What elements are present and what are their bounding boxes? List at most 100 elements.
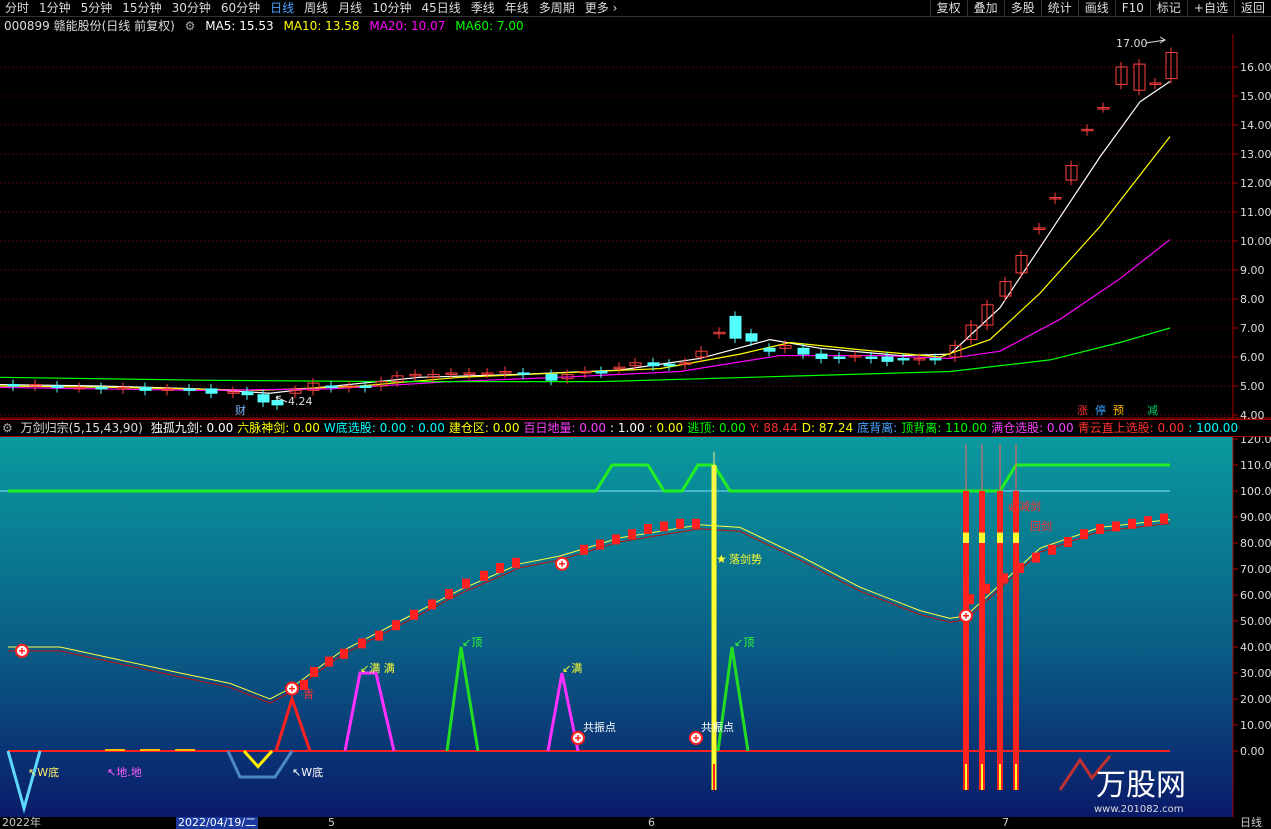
- candle-body: [257, 394, 270, 403]
- candle-body: [7, 384, 20, 387]
- trend-marker: [496, 563, 504, 573]
- trend-marker: [1144, 516, 1152, 527]
- trend-marker: [1160, 513, 1168, 524]
- event-tag: 停: [1095, 403, 1106, 417]
- trend-marker: [428, 599, 436, 610]
- price-axis-label: 6.00: [1240, 351, 1265, 364]
- trend-marker: [410, 609, 418, 620]
- candle-body: [763, 347, 776, 352]
- indicator-field: : 0.00: [648, 421, 684, 435]
- trend-marker: [358, 638, 366, 649]
- trend-marker: [325, 656, 333, 667]
- price-axis-label: 13.00: [1240, 148, 1271, 161]
- trend-marker: [628, 529, 636, 540]
- candle-body: [95, 386, 108, 390]
- low-price-label: 4.24: [288, 395, 313, 408]
- candle-body: [51, 385, 64, 388]
- bijian-label: 必减剑: [1008, 499, 1041, 513]
- candle-body: [545, 373, 558, 381]
- candle-body: [241, 391, 254, 396]
- indicator-axis-label: 100.00: [1240, 485, 1271, 498]
- watermark-name: 万股网: [1096, 768, 1186, 803]
- arrow-icon: [1145, 36, 1166, 44]
- price-axis-label: 10.00: [1240, 235, 1271, 248]
- ding-label: ↙顶: [734, 636, 754, 649]
- indicator-field: 独孤九剑: 0.00: [150, 421, 234, 435]
- indicator-axis-label: 110.00: [1240, 459, 1271, 472]
- trend-marker: [644, 524, 652, 534]
- indicator-axis-label: 30.00: [1240, 667, 1271, 680]
- event-tag: 预: [1113, 404, 1124, 417]
- trend-marker: [692, 518, 700, 529]
- finance-marker: 财: [235, 403, 246, 417]
- indicator-field: : 0.00: [410, 421, 445, 435]
- date-month-6: 6: [648, 816, 655, 829]
- man-label: ↙满 满: [360, 662, 395, 675]
- indicator-field: 底背离:: [857, 421, 898, 435]
- trend-marker: [340, 648, 348, 659]
- trend-marker: [580, 544, 588, 555]
- indicator-axis-label: 0.00: [1240, 745, 1265, 758]
- ding-label: ↙顶: [462, 636, 482, 649]
- candle-body: [359, 385, 372, 388]
- chart-canvas[interactable]: 16.00 15.00 14.00 13.00 12.00 11.00 10.00 9.00 8…: [0, 0, 1271, 817]
- trend-marker: [375, 630, 383, 641]
- indicator-field: 逃顶: 0.00: [687, 421, 746, 435]
- date-month-7: 7: [1002, 816, 1009, 829]
- event-tag: 减: [1147, 404, 1158, 417]
- indicator-fields: 独孤九剑: 0.00 六脉神剑: 0.00 W底选股: 0.00: 0.00 建仓区:…: [151, 421, 1242, 435]
- price-axis-label: 16.00: [1240, 61, 1271, 74]
- indicator-field: 顶背离: 110.00: [901, 421, 988, 435]
- candle-body: [833, 356, 846, 359]
- candle-body: [663, 363, 676, 367]
- indicator-axis-label: 70.00: [1240, 563, 1271, 576]
- candle-body: [729, 315, 742, 339]
- trend-marker: [1064, 537, 1072, 547]
- w-bottom-label: ↖W底: [292, 765, 323, 779]
- trend-marker: [462, 578, 470, 589]
- trend-marker: [1096, 524, 1104, 534]
- candle-body: [183, 388, 196, 391]
- indicator-axis-label: 90.00: [1240, 511, 1271, 524]
- price-axis-label: 11.00: [1240, 206, 1271, 219]
- huijian-label: 回剑: [1030, 519, 1052, 533]
- price-axis-label: 12.00: [1240, 177, 1271, 190]
- gear-icon[interactable]: ⚙: [2, 421, 13, 435]
- high-price-label: 17.00: [1116, 37, 1148, 50]
- indicator-name[interactable]: 万剑归宗(5,15,43,90): [21, 421, 143, 435]
- candle-body: [897, 357, 910, 361]
- price-axis-label: 7.00: [1240, 322, 1265, 335]
- indicator-field: Y: 88.44: [749, 421, 798, 435]
- price-axis-label: 9.00: [1240, 264, 1265, 277]
- date-selected: 2022/04/19/二: [176, 816, 259, 829]
- trend-marker: [445, 589, 453, 599]
- indicator-background: [0, 436, 1233, 817]
- di-di-label: ↖地.地: [107, 766, 142, 779]
- indicator-field: : 100.00: [1188, 421, 1239, 435]
- man-label: ↙满: [562, 662, 582, 675]
- date-month-5: 5: [328, 816, 335, 829]
- indicator-axis-label: 80.00: [1240, 537, 1271, 550]
- candle-body: [647, 362, 660, 367]
- indicator-axis-label: 50.00: [1240, 615, 1271, 628]
- trend-marker: [1112, 521, 1120, 532]
- period-label: 日线: [1240, 816, 1262, 829]
- trend-marker: [310, 667, 318, 677]
- candle-body: [517, 372, 530, 375]
- indicator-field: 六脉神剑: 0.00: [237, 421, 320, 435]
- indicator-field: 青云直上选股: 0.00: [1077, 421, 1185, 435]
- trend-marker: [1032, 552, 1040, 563]
- event-tag: 涨: [1077, 404, 1088, 417]
- candle-body: [881, 356, 894, 362]
- trend-marker: [512, 557, 520, 568]
- ma5-line: [0, 81, 1171, 394]
- price-axis-label: 14.00: [1240, 119, 1271, 132]
- indicator-axis-label: 10.00: [1240, 719, 1271, 732]
- price-axis-label: 15.00: [1240, 90, 1271, 103]
- qing-label: 青: [303, 688, 314, 701]
- gongzhen-label: 共振点: [701, 720, 734, 734]
- indicator-axis-label: 20.00: [1240, 693, 1271, 706]
- trend-marker: [676, 518, 684, 529]
- candle-body: [139, 386, 152, 391]
- indicator-field: 建仓区: 0.00: [448, 421, 520, 435]
